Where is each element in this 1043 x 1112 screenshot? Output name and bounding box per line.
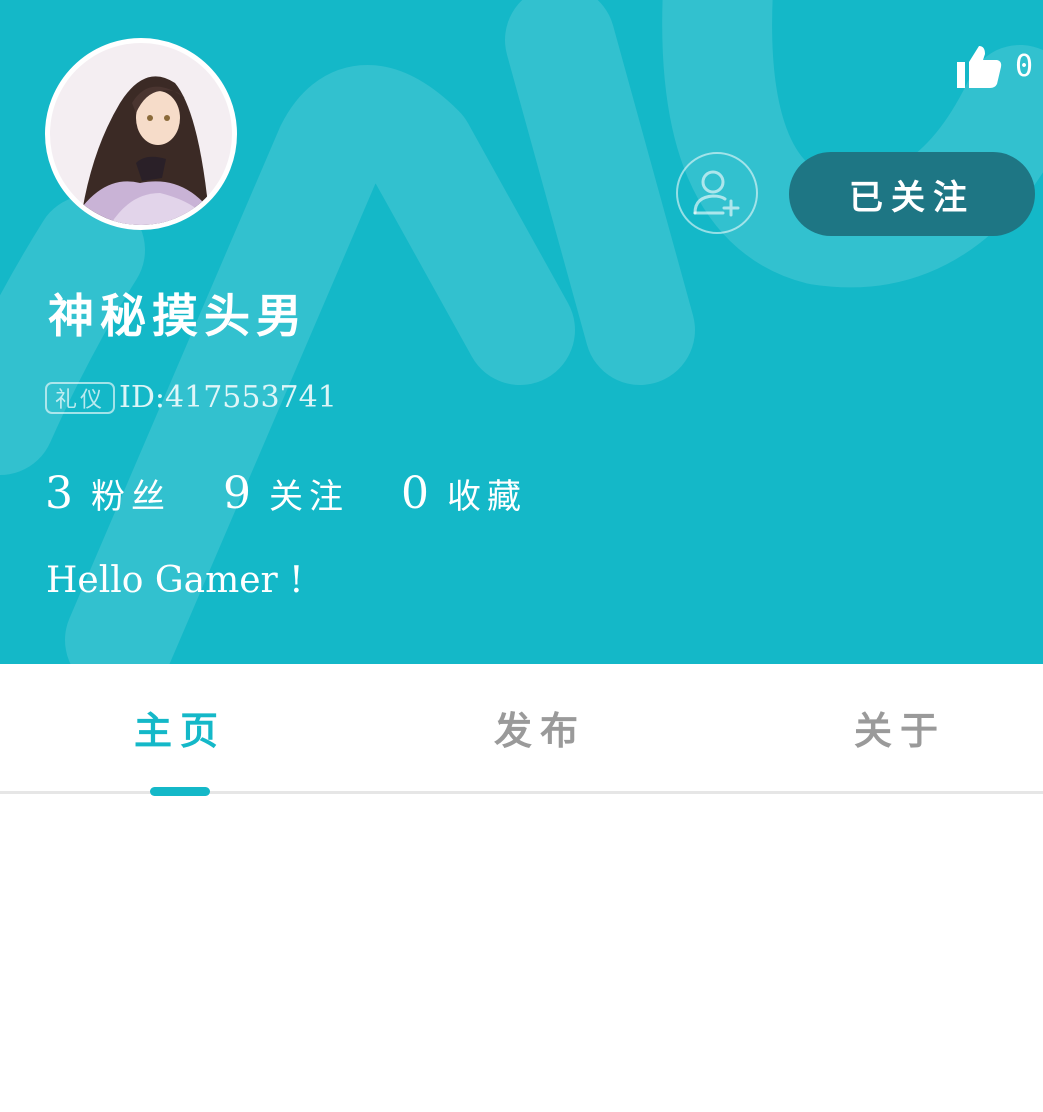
thumbs-up-icon xyxy=(957,46,1002,88)
stat-label: 粉丝 xyxy=(91,477,171,517)
stat-label: 关注 xyxy=(269,477,349,517)
stat-value: 3 xyxy=(45,468,73,519)
follow-button[interactable]: 已关注 xyxy=(789,152,1035,236)
stat-fans[interactable]: 3 粉丝 xyxy=(45,468,171,519)
like-count: 0 xyxy=(1015,48,1034,84)
tab-bar: 主页 发布 关于 xyxy=(0,664,1043,796)
tab-about[interactable]: 关于 xyxy=(770,664,1030,791)
add-user-icon xyxy=(693,170,740,217)
stat-value: 9 xyxy=(223,468,251,519)
profile-header: 0 已关注 神秘摸头男 礼仪 ID:417553741 3 粉丝 9 关注 0 … xyxy=(0,0,1043,664)
user-tag-badge: 礼仪 xyxy=(45,381,116,414)
tab-home[interactable]: 主页 xyxy=(50,664,310,791)
id-row: 礼仪 ID:417553741 xyxy=(45,380,337,415)
user-name: 神秘摸头男 xyxy=(48,289,308,343)
stat-following[interactable]: 9 关注 xyxy=(223,468,349,519)
user-bio: Hello Gamer ! xyxy=(46,560,304,601)
tab-content-area xyxy=(0,797,1043,1112)
tab-posts[interactable]: 发布 xyxy=(410,664,670,791)
user-id: ID:417553741 xyxy=(119,380,337,415)
stat-label: 收藏 xyxy=(447,477,527,517)
user-avatar[interactable] xyxy=(45,38,237,230)
stat-value: 0 xyxy=(401,468,429,519)
stats-row: 3 粉丝 9 关注 0 收藏 xyxy=(45,468,579,519)
add-friend-button[interactable] xyxy=(676,152,758,234)
active-tab-indicator xyxy=(150,787,210,796)
like-button[interactable]: 0 xyxy=(955,42,1033,90)
stat-favorites[interactable]: 0 收藏 xyxy=(401,468,527,519)
